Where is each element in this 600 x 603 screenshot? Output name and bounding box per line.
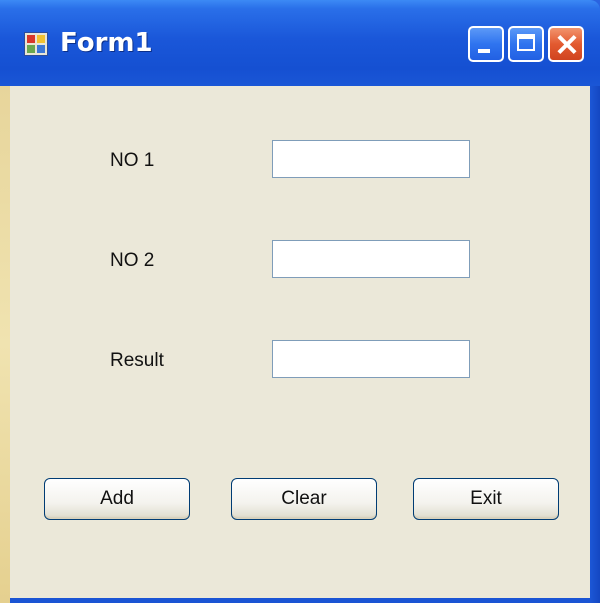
no1-input[interactable] xyxy=(272,140,470,178)
bottom-frame-edge xyxy=(10,598,590,603)
form-app-icon[interactable] xyxy=(24,32,48,56)
add-button[interactable]: Add xyxy=(44,478,190,520)
form-client-area: NO 1 NO 2 Result xyxy=(10,86,590,598)
no1-label: NO 1 xyxy=(110,150,155,171)
result-label: Result xyxy=(110,350,164,371)
close-icon[interactable] xyxy=(548,26,584,62)
minimize-icon[interactable] xyxy=(468,26,504,62)
result-input[interactable] xyxy=(272,340,470,378)
title-bar[interactable]: Form1 xyxy=(0,0,600,86)
maximize-icon[interactable] xyxy=(508,26,544,62)
app-window: Form1 NO 1 NO 2 Result Add Clear Exit xyxy=(0,0,600,603)
window-title: Form1 xyxy=(60,28,153,58)
clear-button[interactable]: Clear xyxy=(231,478,377,520)
right-frame-edge xyxy=(590,86,600,603)
exit-button[interactable]: Exit xyxy=(413,478,559,520)
no2-input[interactable] xyxy=(272,240,470,278)
no2-label: NO 2 xyxy=(110,250,155,271)
left-frame-stripe xyxy=(0,86,10,603)
